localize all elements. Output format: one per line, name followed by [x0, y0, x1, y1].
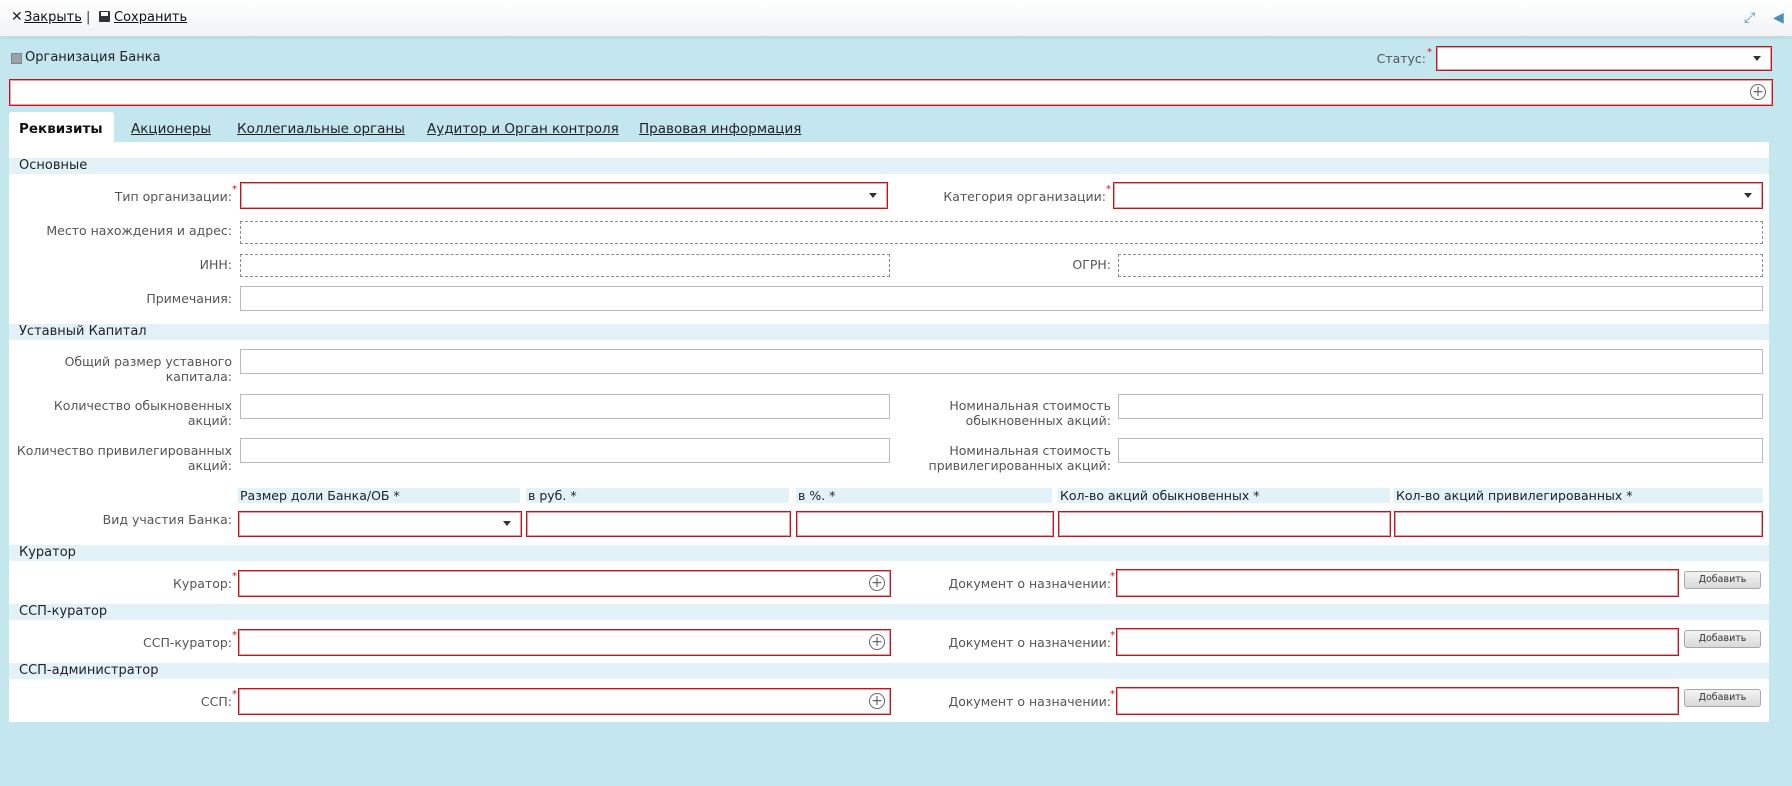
common-shares-count-label: Количество обыкновенных акций: [53, 398, 232, 428]
curator-doc-label: Документ о назначении: [948, 576, 1111, 591]
column-header: в руб. * [526, 488, 789, 503]
common-shares-qty-field[interactable] [1058, 511, 1391, 537]
ssp-curator-doc-label: Документ о назначении: [948, 635, 1111, 650]
inn-label: ИНН: [199, 257, 232, 272]
add-circle-icon[interactable]: + [869, 692, 885, 709]
pref-shares-qty-field[interactable] [1394, 511, 1763, 537]
org-category-label: Категория организации: [943, 189, 1106, 204]
common-shares-nominal-field[interactable] [1118, 394, 1763, 419]
org-type-select[interactable] [240, 182, 888, 209]
toolbar-separator: | [86, 10, 91, 25]
required-mark: * [1106, 184, 1111, 195]
maximize-icon[interactable]: ⤢ [1744, 10, 1755, 26]
participation-label: Вид участия Банка: [102, 512, 232, 527]
org-category-select[interactable] [1113, 182, 1763, 209]
add-circle-icon[interactable]: + [869, 574, 885, 591]
required-mark: * [232, 630, 237, 641]
required-mark: * [232, 184, 237, 195]
required-mark: * [1427, 47, 1432, 58]
curator-label: Куратор: [173, 576, 232, 591]
curator-field[interactable]: + [238, 570, 891, 597]
organization-icon [11, 53, 22, 64]
add-circle-icon[interactable]: + [1750, 83, 1766, 100]
column-header: Размер доли Банка/ОБ * [238, 488, 520, 503]
inn-field[interactable] [240, 254, 890, 277]
ssp-label: ССП: [200, 694, 232, 709]
status-select[interactable] [1436, 46, 1772, 71]
chevron-down-icon[interactable] [1744, 192, 1752, 198]
chevron-down-icon[interactable] [503, 521, 511, 526]
ssp-doc-label: Документ о назначении: [948, 694, 1111, 709]
add-circle-icon[interactable]: + [869, 633, 885, 650]
share-percent-field[interactable] [796, 511, 1054, 537]
tab-collegial-bodies[interactable]: Коллегиальные органы [237, 121, 405, 137]
chevron-down-icon[interactable] [1753, 55, 1761, 61]
required-mark: * [1110, 689, 1115, 700]
ssp-curator-label: ССП-куратор: [143, 635, 232, 650]
required-mark: * [232, 689, 237, 700]
ssp-field[interactable]: + [238, 688, 891, 715]
pref-shares-nominal-label: Номинальная стоимость привилегированных … [928, 443, 1111, 473]
column-header: Кол-во акций обыкновенных * [1058, 488, 1390, 503]
section-capital: Уставный Капитал [9, 324, 1769, 340]
add-button[interactable]: Добавить [1684, 630, 1761, 648]
capital-total-field[interactable] [240, 349, 1763, 374]
column-header: Кол-во акций привилегированных * [1394, 488, 1763, 503]
ogrn-label: ОГРН: [1072, 257, 1111, 272]
tab-auditor[interactable]: Аудитор и Орган контроля [427, 121, 619, 137]
share-size-select[interactable] [238, 511, 522, 537]
add-button[interactable]: Добавить [1684, 689, 1761, 707]
capital-total-label: Общий размер уставного капитала: [64, 354, 232, 384]
toolbar [0, 0, 1792, 37]
status-label: Статус: [1376, 51, 1426, 66]
common-shares-count-field[interactable] [240, 394, 890, 419]
notes-label: Примечания: [146, 291, 232, 306]
share-rub-field[interactable] [526, 511, 791, 537]
tab-shareholders[interactable]: Акционеры [131, 121, 211, 137]
ogrn-field[interactable] [1118, 254, 1763, 277]
close-button[interactable]: Закрыть [24, 10, 82, 25]
required-mark: * [1110, 630, 1115, 641]
collapse-icon[interactable]: ◀ [1773, 10, 1784, 26]
address-label: Место нахождения и адрес: [46, 223, 232, 238]
pref-shares-count-field[interactable] [240, 438, 890, 463]
page-title: Организация Банка [25, 50, 161, 65]
ssp-curator-doc-field[interactable] [1116, 628, 1679, 656]
add-button[interactable]: Добавить [1684, 571, 1761, 589]
notes-field[interactable] [240, 286, 1763, 311]
common-shares-nominal-label: Номинальная стоимость обыкновенных акций… [949, 398, 1111, 428]
chevron-down-icon[interactable] [869, 192, 877, 198]
required-mark: * [232, 571, 237, 582]
address-field[interactable] [240, 221, 1763, 244]
ssp-doc-field[interactable] [1116, 687, 1679, 715]
section-ssp-curator: ССП-куратор [9, 604, 1769, 620]
tab-rekvizity[interactable]: Реквизиты [19, 121, 103, 137]
tab-legal-info[interactable]: Правовая информация [639, 121, 801, 137]
column-header: в %. * [796, 488, 1052, 503]
section-curator: Куратор [9, 545, 1769, 561]
pref-shares-count-label: Количество привилегированных акций: [16, 443, 232, 473]
section-ssp-admin: ССП-администратор [9, 663, 1769, 679]
curator-doc-field[interactable] [1116, 569, 1679, 597]
save-button[interactable]: Сохранить [114, 10, 187, 25]
section-main: Основные [9, 158, 1769, 174]
required-mark: * [1110, 571, 1115, 582]
organization-name-field[interactable]: + [9, 79, 1773, 106]
pref-shares-nominal-field[interactable] [1118, 438, 1763, 463]
save-icon[interactable] [99, 11, 110, 22]
close-icon[interactable]: ✕ [11, 9, 23, 25]
ssp-curator-field[interactable]: + [238, 629, 891, 656]
org-type-label: Тип организации: [114, 189, 232, 204]
